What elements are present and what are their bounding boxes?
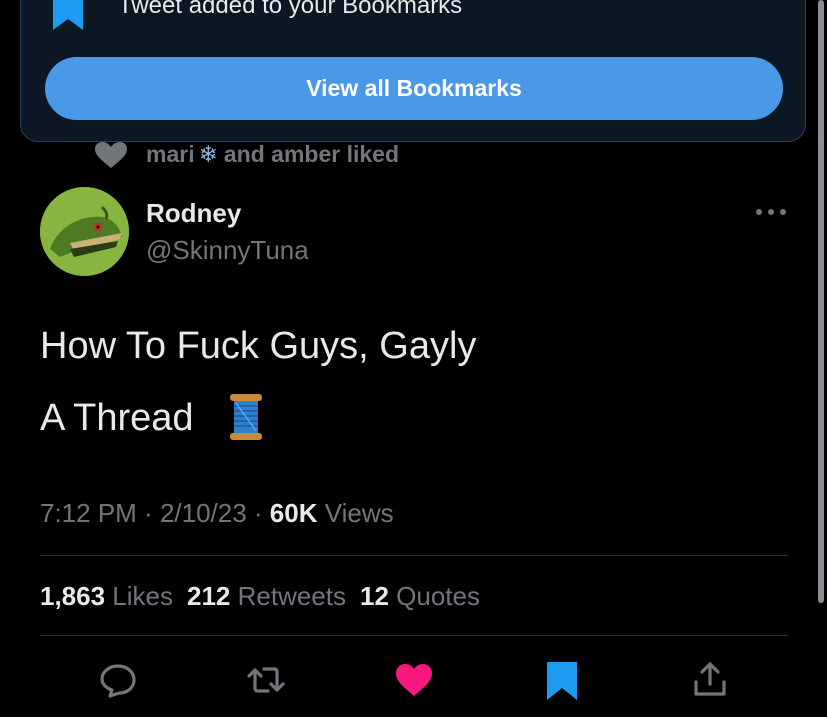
heart-icon	[95, 142, 127, 168]
author-name[interactable]: Rodney	[146, 197, 241, 229]
tweet-date: 2/10/23	[159, 498, 247, 528]
spool-emoji-icon	[228, 394, 264, 440]
like-icon[interactable]	[394, 660, 434, 700]
retweets-label: Retweets	[230, 581, 346, 611]
views-label: Views	[317, 498, 394, 528]
view-all-bookmarks-button[interactable]: View all Bookmarks	[45, 57, 783, 120]
retweet-icon[interactable]	[246, 660, 286, 700]
tweet-text-line-1: How To Fuck Guys, Gayly	[40, 325, 477, 367]
more-icon[interactable]	[754, 200, 788, 224]
meta-separator: ·	[246, 498, 270, 528]
bookmark-icon[interactable]	[542, 660, 582, 700]
divider	[40, 635, 788, 636]
tweet-time: 7:12 PM	[40, 498, 137, 528]
divider	[40, 555, 788, 556]
likes-label: Likes	[105, 581, 173, 611]
author-handle[interactable]: @SkinnyTuna	[146, 234, 309, 266]
tweet-meta: 7:12 PM · 2/10/23 · 60K Views	[40, 495, 394, 531]
likes-count: 1,863	[40, 581, 106, 611]
tweet-stats: 1,863 Likes 212 Retweets 12 Quotes	[40, 578, 480, 614]
social-context[interactable]: mari ❄ and amber liked	[146, 140, 399, 168]
quotes-count: 12	[360, 581, 389, 611]
quotes-stat[interactable]: 12 Quotes	[360, 581, 480, 611]
quotes-label: Quotes	[388, 581, 480, 611]
likes-stat[interactable]: 1,863 Likes	[40, 581, 173, 611]
meta-separator: ·	[136, 498, 160, 528]
reply-icon[interactable]	[98, 660, 138, 700]
bookmark-icon	[51, 0, 85, 30]
toast-message: Tweet added to your Bookmarks	[118, 0, 463, 19]
views-count: 60K	[269, 498, 318, 528]
tweet-text-line-2: A Thread	[40, 397, 194, 439]
share-icon[interactable]	[690, 660, 730, 700]
snowflake-icon: ❄	[198, 141, 218, 167]
retweets-stat[interactable]: 212 Retweets	[187, 581, 346, 611]
retweets-count: 212	[187, 581, 231, 611]
liker-name: mari	[146, 141, 195, 167]
avatar[interactable]	[40, 187, 129, 276]
liked-suffix: and amber liked	[223, 141, 399, 167]
scrollbar[interactable]	[818, 0, 824, 603]
